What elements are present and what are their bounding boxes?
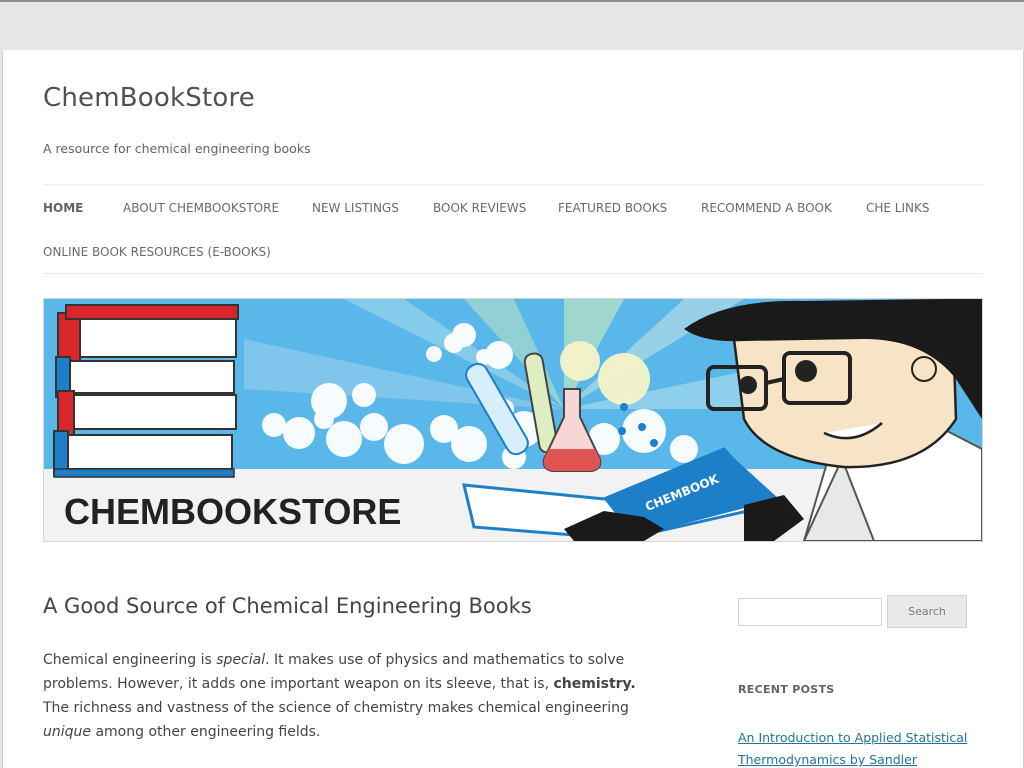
search-input[interactable] [738, 598, 882, 626]
text-segment: among other engineering fields. [91, 724, 321, 740]
recent-posts-heading: RECENT POSTS [738, 683, 835, 696]
nav-item-online-resources[interactable]: ONLINE BOOK RESOURCES (E-BOOKS) [43, 245, 271, 259]
page-container: ChemBookStore A resource for chemical en… [2, 50, 1024, 768]
nav-item-featured-books[interactable]: FEATURED BOOKS [558, 201, 667, 215]
emphasis-special: special [216, 652, 266, 668]
post-excerpt: Chemical engineering is special. It make… [43, 648, 643, 744]
nav-item-che-links[interactable]: CHE LINKS [866, 201, 930, 215]
header-banner[interactable]: CHEMBOOK CHEMBOOKSTORE [43, 298, 983, 542]
nav-item-book-reviews[interactable]: BOOK REVIEWS [433, 201, 526, 215]
site-description: A resource for chemical engineering book… [43, 141, 311, 156]
site-title[interactable]: ChemBookStore [43, 83, 255, 113]
nav-item-about[interactable]: ABOUT CHEMBOOKSTORE [123, 201, 279, 215]
banner-illustration: CHEMBOOK CHEMBOOKSTORE [44, 299, 982, 541]
text-segment: The richness and vastness of the science… [43, 700, 629, 716]
search-button[interactable]: Search [887, 595, 967, 628]
emphasis-unique: unique [43, 724, 92, 740]
main-navigation: HOME ABOUT CHEMBOOKSTORE NEW LISTINGS BO… [43, 184, 983, 274]
post-title: A Good Source of Chemical Engineering Bo… [43, 594, 532, 618]
recent-post-link[interactable]: An Introduction to Applied Statistical T… [738, 727, 968, 768]
banner-title: CHEMBOOKSTORE [64, 491, 401, 532]
strong-chemistry: chemistry. [553, 676, 636, 692]
book-stack-icon [53, 304, 239, 478]
text-segment: Chemical engineering is [43, 652, 217, 668]
nav-item-home[interactable]: HOME [43, 201, 83, 215]
nav-item-recommend-book[interactable]: RECOMMEND A BOOK [701, 201, 832, 215]
browser-top-border [0, 0, 1024, 2]
nav-item-new-listings[interactable]: NEW LISTINGS [312, 201, 399, 215]
